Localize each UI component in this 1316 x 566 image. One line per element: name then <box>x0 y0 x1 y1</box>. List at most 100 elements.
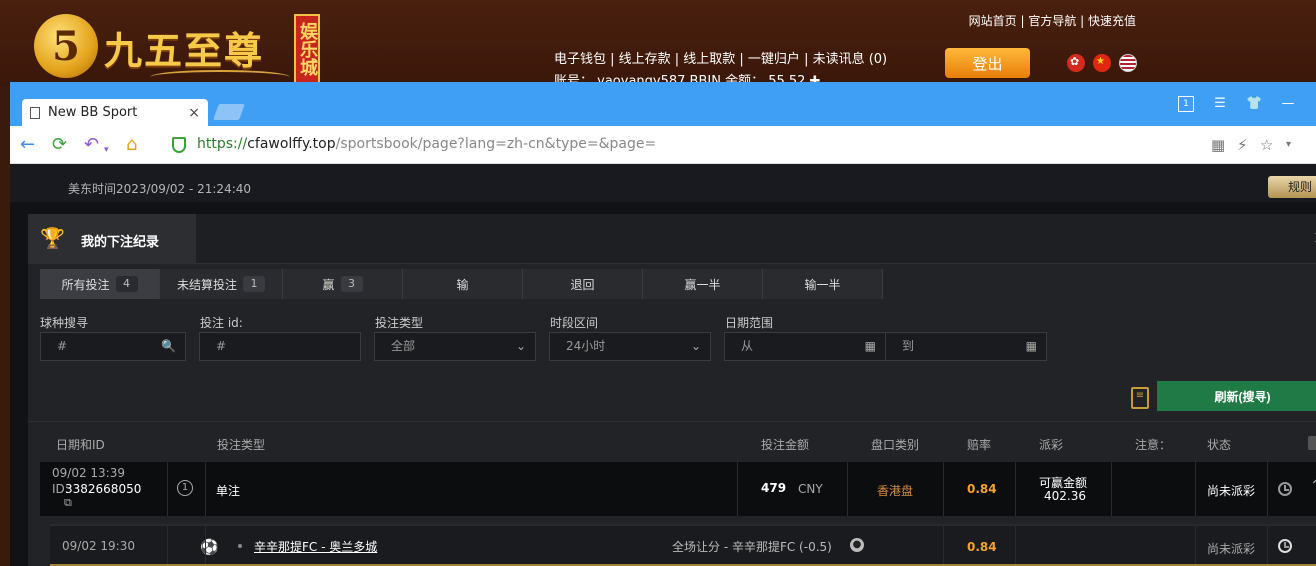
back-icon[interactable]: ← <box>20 135 35 155</box>
tab-win[interactable]: 赢3 <box>283 269 403 299</box>
logout-button[interactable]: 登出 <box>945 48 1030 78</box>
info-icon[interactable]: ● <box>850 538 864 552</box>
secure-shield-icon <box>172 137 186 153</box>
calendar-icon[interactable]: ▦ <box>1026 333 1037 360</box>
bet-id-label: 投注 id: <box>200 316 243 330</box>
qr-code-icon[interactable]: ▦ <box>1211 136 1225 154</box>
leg-time: 09/02 19:30 <box>62 539 135 553</box>
time-bar: 美东时间2023/09/02 - 21:24:40 规则 <box>10 164 1316 202</box>
header-status: 状态 <box>1207 438 1232 452</box>
leg-status: 尚未派彩 <box>1207 542 1256 556</box>
bet-id-input[interactable]: # <box>199 332 361 361</box>
tab-half-win[interactable]: 赢一半 <box>643 269 763 299</box>
tab-label: 所有投注 <box>61 277 110 292</box>
list-item: 09/02 19:30 ⚽ 辛辛那提FC - 奥兰多城 全场让分 - 辛辛那提F… <box>50 526 1316 566</box>
site-header: 5 九五至尊 娱乐城 网站首页 | 官方导航 | 快速充值 电子钱包 | 线上存… <box>0 0 1316 89</box>
tab-unsettled[interactable]: 未结算投注 1 <box>160 269 283 299</box>
undo-dropdown-icon[interactable]: ▾ <box>104 140 109 160</box>
site-logo-text[interactable]: 九五至尊 <box>104 20 264 75</box>
date-to-placeholder: 到 <box>902 339 915 353</box>
browser-tab-active[interactable]: New BB Sport × <box>22 99 208 126</box>
search-icon[interactable]: 🔍 <box>161 333 176 360</box>
cell-separator <box>167 462 168 516</box>
bet-type-select[interactable]: 全部 ⌄ <box>374 332 536 361</box>
trophy-icon: 🏆 <box>40 226 65 250</box>
bullet-dot <box>238 544 242 548</box>
soccer-ball-icon: ⚽ <box>200 538 219 556</box>
chevron-up-icon[interactable]: ⌃ <box>1310 478 1316 494</box>
account-links[interactable]: 电子钱包 | 线上存款 | 线上取款 | 一键归户 | 未读讯息 (0) <box>554 48 887 67</box>
bet-id-placeholder: # <box>216 339 227 353</box>
menu-icon[interactable]: ☰ <box>1212 96 1228 112</box>
tab-refund[interactable]: 退回 <box>523 269 643 299</box>
refresh-search-button[interactable]: 刷新(搜寻) <box>1157 381 1316 411</box>
url-host: cfawolffy.top <box>247 136 336 152</box>
china-flag-icon[interactable] <box>1093 54 1111 72</box>
clock-icon[interactable] <box>1278 482 1292 496</box>
star-dropdown-icon[interactable]: ▾ <box>1286 139 1291 150</box>
document-icon <box>30 106 40 119</box>
leg-odds: 0.84 <box>967 540 997 554</box>
cell-separator <box>1195 462 1196 516</box>
tab-count-icon[interactable]: 1 <box>1178 96 1194 112</box>
tab-all-bets[interactable]: 所有投注 4 <box>40 269 160 299</box>
close-tab-icon[interactable]: × <box>188 105 200 121</box>
bet-type-label: 投注类型 <box>375 316 424 330</box>
minimize-icon[interactable]: — <box>1280 96 1296 112</box>
date-from-placeholder: 从 <box>741 339 754 353</box>
odds-value: 0.84 <box>967 482 997 496</box>
new-tab-button[interactable] <box>213 104 245 120</box>
calendar-icon[interactable]: ▦ <box>865 333 876 360</box>
tab-label: 未结算投注 <box>176 277 237 292</box>
url-field[interactable]: https://cfawolffy.top/sportsbook/page?la… <box>197 136 656 152</box>
reload-icon[interactable]: ⟳ <box>52 135 67 155</box>
cell-separator <box>847 462 848 516</box>
eastern-time: 美东时间2023/09/02 - 21:24:40 <box>68 182 252 196</box>
bet-amount: 479 <box>761 481 787 495</box>
period-select[interactable]: 24小时 ⌄ <box>549 332 711 361</box>
lightning-icon[interactable]: ⚡ <box>1237 136 1248 154</box>
date-from-input[interactable]: 从 ▦ <box>724 332 886 361</box>
site-logo-emblem[interactable]: 5 <box>34 14 98 78</box>
header-amount: 投注金额 <box>761 438 810 452</box>
clock-icon[interactable] <box>1278 539 1292 553</box>
tab-lose[interactable]: 输 <box>403 269 523 299</box>
sport-search-input[interactable]: # 🔍 <box>40 332 186 361</box>
cell-separator <box>1111 462 1112 516</box>
url-scheme: https:// <box>197 136 248 152</box>
header-note: 注意： <box>1135 438 1172 452</box>
tab-count: 4 <box>115 276 138 292</box>
usa-flag-icon[interactable] <box>1119 54 1137 72</box>
tab-count: 3 <box>340 276 363 292</box>
home-icon[interactable]: ⌂ <box>126 135 137 155</box>
table-row: 09/02 13:39 ID: 3382668050 ⧉ 1 单注 479 CN… <box>40 462 1316 516</box>
cell-separator <box>205 526 206 566</box>
clipboard-icon[interactable]: ≡ <box>1131 387 1149 409</box>
collapse-all-icon[interactable] <box>1308 436 1316 450</box>
bookmark-star-icon[interactable]: ☆ <box>1260 136 1273 154</box>
tab-half-lose[interactable]: 输一半 <box>763 269 883 299</box>
date-to-input[interactable]: 到 ▦ <box>885 332 1047 361</box>
modal-title: 我的下注纪录 <box>81 235 160 250</box>
skin-icon[interactable]: 👕 <box>1246 96 1262 112</box>
match-link[interactable]: 辛辛那提FC - 奥兰多城 <box>254 538 377 555</box>
modal-title-box: 🏆 我的下注纪录 <box>28 214 196 264</box>
market-selection: 全场让分 - 辛辛那提FC (-0.5) <box>672 540 832 554</box>
sport-search-placeholder: # <box>57 339 68 353</box>
cell-separator <box>943 462 944 516</box>
hongkong-flag-icon[interactable] <box>1067 54 1085 72</box>
bet-type-value: 全部 <box>391 339 416 353</box>
copy-icon[interactable]: ⧉ <box>64 496 72 510</box>
odds-type-value: 香港盘 <box>877 484 914 498</box>
undo-icon[interactable]: ↶ <box>84 135 99 155</box>
divider <box>28 421 1316 422</box>
rules-button[interactable]: 规则 <box>1268 176 1316 198</box>
period-label: 时段区间 <box>550 316 599 330</box>
header-odds-type: 盘口类别 <box>871 438 920 452</box>
top-links[interactable]: 网站首页 | 官方导航 | 快速充值 <box>969 12 1136 29</box>
bet-history-modal: 🏆 我的下注纪录 ✕ 所有投注4 未结算投注1 赢3 输 退回 赢一半 输一半 … <box>28 214 1316 566</box>
period-value: 24小时 <box>566 339 606 353</box>
bet-type-value: 单注 <box>216 484 241 498</box>
header-payout: 派彩 <box>1039 438 1064 452</box>
cell-separator <box>205 462 206 516</box>
